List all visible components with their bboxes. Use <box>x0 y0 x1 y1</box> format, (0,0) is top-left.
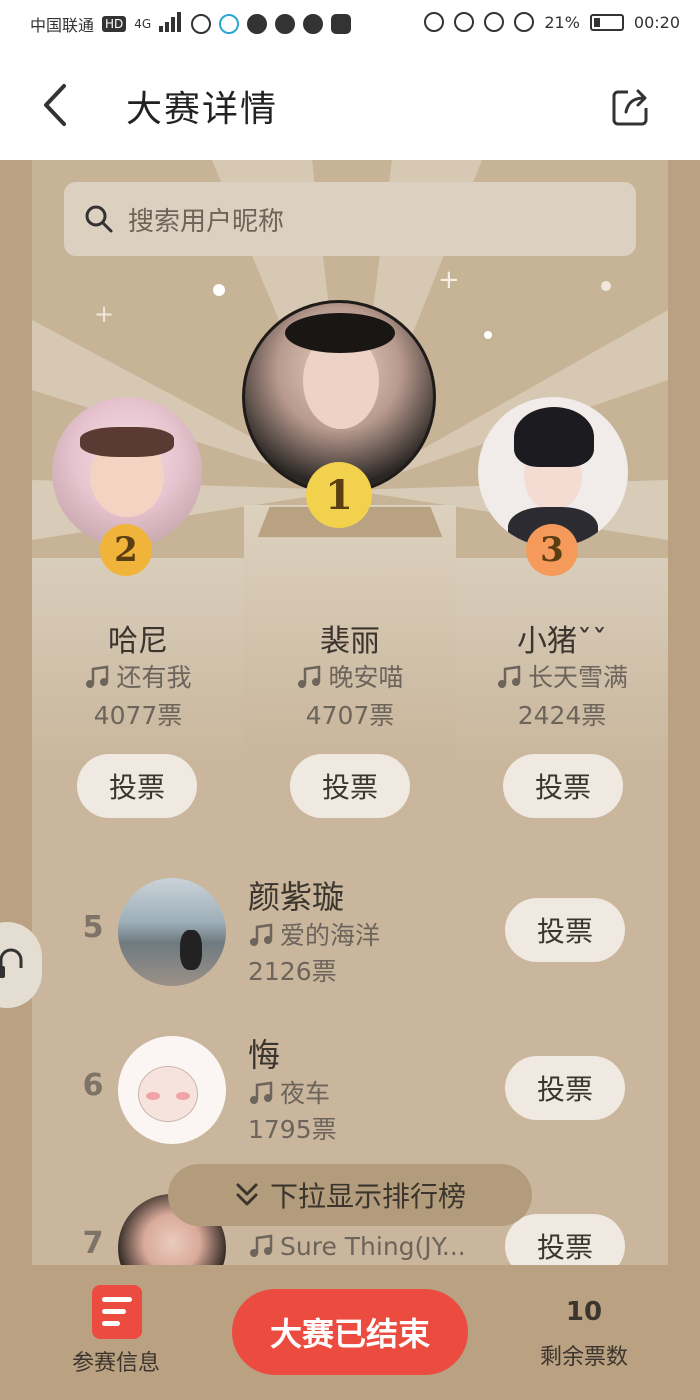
podium-name-3: 小猪ˇˇ <box>517 624 607 659</box>
network-label: 4G <box>134 17 152 31</box>
row-song-label: Sure Thing(JY... <box>280 1232 466 1261</box>
podium-song-label: 长天雪满 <box>527 663 628 692</box>
svg-text:+: + <box>438 265 460 295</box>
carrier-label: 中国联通 <box>30 16 95 35</box>
search-box[interactable]: 搜索用户昵称 <box>64 182 636 256</box>
vote-button[interactable]: 投票 <box>505 1056 625 1120</box>
hd-badge: HD <box>102 16 127 32</box>
vote-button-rank-1[interactable]: 投票 <box>290 754 410 818</box>
page-title: 大赛详情 <box>126 89 279 130</box>
row-song-label: 夜车 <box>280 1079 331 1108</box>
podium-name-2: 哈尼 <box>108 624 168 659</box>
eye-icon <box>454 12 475 32</box>
music-note-icon <box>250 1081 273 1104</box>
hotspot-icon <box>191 14 212 34</box>
row-song: 夜车 <box>248 1074 330 1110</box>
row-name: 悔 <box>248 1036 281 1074</box>
mute-icon <box>514 12 535 32</box>
contest-ended-button[interactable]: 大赛已结束 <box>232 1289 468 1375</box>
message-icon <box>275 14 296 34</box>
row-rank: 7 <box>82 1226 104 1261</box>
pull-down-ranking-button[interactable]: 下拉显示排行榜 <box>168 1164 532 1226</box>
rank-badge-1: 1 <box>306 462 372 528</box>
music-note-icon <box>497 665 521 688</box>
clock: 00:20 <box>633 12 680 32</box>
podium-name-1: 裴丽 <box>320 624 380 659</box>
remaining-votes-count: 10 <box>565 1297 603 1327</box>
podium-song-label: 晚安喵 <box>328 663 404 692</box>
back-arrow-icon[interactable] <box>36 80 76 130</box>
double-chevron-down-icon <box>236 1183 258 1206</box>
cloud-icon <box>247 14 268 34</box>
podium-votes-1: 4707票 <box>305 701 395 730</box>
podium-votes-3: 2424票 <box>517 701 607 730</box>
contest-info-button[interactable]: 参赛信息 <box>56 1285 176 1385</box>
signal-icon <box>159 12 183 36</box>
app-header: 大赛详情 <box>0 50 700 160</box>
vote-button-rank-3[interactable]: 投票 <box>503 754 623 818</box>
podium-song-1: 晚安喵 <box>244 658 456 694</box>
row-votes: 2126票 <box>248 957 337 986</box>
row-song: Sure Thing(JY... <box>248 1232 466 1261</box>
status-bar: 中国联通 HD 4G 21% 00:20 <box>0 0 700 50</box>
row-rank: 6 <box>82 1068 104 1103</box>
bottom-bar: 参赛信息 大赛已结束 10 剩余票数 <box>0 1265 700 1400</box>
music-note-icon <box>250 1234 273 1257</box>
music-note-icon <box>298 665 321 688</box>
pull-bar-label: 下拉显示排行榜 <box>269 1180 466 1213</box>
rank-badge-3: 3 <box>526 524 578 576</box>
share-icon[interactable] <box>610 86 652 128</box>
podium-song-label: 还有我 <box>116 663 192 692</box>
music-note-icon <box>86 665 109 688</box>
row-name: 颜紫璇 <box>248 878 345 916</box>
row-rank: 5 <box>82 910 104 945</box>
row-votes: 1795票 <box>248 1115 337 1144</box>
rank-badge-2: 2 <box>100 524 152 576</box>
headphone-icon <box>0 948 23 978</box>
avatar[interactable] <box>118 878 226 986</box>
wechat-icon <box>303 14 324 34</box>
podium-song-3: 长天雪满 <box>456 658 668 694</box>
headphone-status-icon <box>424 12 445 32</box>
document-icon <box>92 1285 142 1339</box>
search-input[interactable]: 搜索用户昵称 <box>128 201 284 238</box>
vote-button[interactable]: 投票 <box>505 898 625 962</box>
podium-song-2: 还有我 <box>32 658 244 694</box>
alarm-icon <box>484 12 505 32</box>
battery-icon <box>589 13 624 31</box>
huawei-icon <box>331 14 352 34</box>
assistant-icon <box>219 14 240 34</box>
row-song: 爱的海洋 <box>248 916 380 952</box>
podium-votes-2: 4077票 <box>93 701 183 730</box>
search-icon <box>85 205 113 233</box>
contest-info-label: 参赛信息 <box>71 1351 160 1376</box>
vote-button-rank-2[interactable]: 投票 <box>77 754 197 818</box>
row-song-label: 爱的海洋 <box>280 921 381 950</box>
music-note-icon <box>250 923 273 946</box>
avatar[interactable] <box>118 1036 226 1144</box>
vote-button[interactable]: 投票 <box>505 1214 625 1265</box>
contest-board: + + 搜索用户昵称 2 1 3 哈尼 还有我 4077票 投票 裴丽 晚安喵 … <box>32 160 668 1265</box>
battery-percent: 21% <box>544 12 580 32</box>
svg-text:+: + <box>94 300 114 328</box>
remaining-votes-label: 剩余票数 <box>539 1345 628 1370</box>
